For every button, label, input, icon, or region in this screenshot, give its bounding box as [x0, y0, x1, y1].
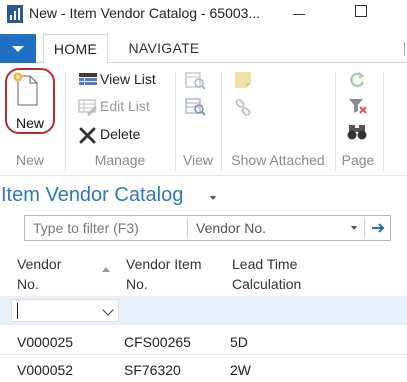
cell-lead-time: 5D — [230, 334, 248, 350]
filter-field-select[interactable]: Vendor No. — [196, 220, 266, 236]
filter-divider — [364, 218, 365, 238]
view-list-alt-icon[interactable] — [185, 97, 207, 117]
tab-navigate[interactable]: NAVIGATE — [118, 34, 210, 64]
filter-input[interactable]: Type to filter (F3) — [33, 220, 139, 236]
column-header-line: Calculation — [232, 276, 302, 292]
column-header-line: Lead Time — [232, 256, 298, 272]
cell-vendor-item-no: CFS00265 — [124, 334, 191, 350]
filter-bar: Type to filter (F3) Vendor No. — [24, 215, 391, 241]
ribbon-tab-row: HOME NAVIGATE — [0, 34, 407, 64]
clear-filter-icon[interactable] — [347, 96, 369, 116]
page-title[interactable]: Item Vendor Catalog — [1, 184, 183, 207]
window-title: New - Item Vendor Catalog - 65003... — [29, 5, 261, 21]
minimize-button[interactable] — [293, 14, 305, 15]
view-list-label: View List — [100, 71, 156, 87]
maximize-button[interactable] — [355, 5, 367, 17]
view-icon[interactable] — [185, 71, 207, 91]
app-icon — [7, 5, 23, 23]
links-icon[interactable] — [233, 98, 253, 118]
chevron-down-icon[interactable] — [102, 304, 114, 316]
column-header-line: No. — [17, 276, 39, 292]
column-header-line: Vendor Item — [126, 256, 202, 272]
edit-list-icon — [78, 99, 97, 116]
group-label-page: Page — [341, 152, 375, 168]
new-document-icon — [13, 72, 38, 106]
filter-divider — [187, 218, 188, 238]
table-row[interactable]: V000025 CFS00265 5D — [0, 327, 407, 355]
chevron-down-icon[interactable] — [351, 226, 357, 230]
refresh-icon[interactable] — [347, 70, 367, 90]
table-row[interactable]: V000052 SF76320 2W — [0, 355, 407, 382]
column-header-lead-time[interactable]: Lead Time Calculation — [232, 254, 301, 294]
sort-ascending-icon — [102, 267, 110, 272]
title-bar: New - Item Vendor Catalog - 65003... — [0, 0, 407, 30]
group-label-view: View — [182, 152, 214, 168]
group-label-show-attached: Show Attached — [231, 152, 325, 168]
group-separator — [221, 71, 222, 171]
cell-vendor-no: V000052 — [17, 362, 74, 378]
notes-icon[interactable] — [233, 70, 253, 90]
group-label-manage: Manage — [94, 152, 146, 168]
column-header-vendor-item-no[interactable]: Vendor Item No. — [126, 254, 202, 294]
filter-go-icon[interactable] — [369, 219, 387, 237]
vendor-no-input[interactable] — [11, 299, 119, 322]
tab-home[interactable]: HOME — [43, 34, 108, 64]
cell-vendor-no: V000025 — [17, 334, 74, 350]
chevron-down-icon — [12, 46, 24, 52]
delete-label: Delete — [100, 126, 141, 142]
text-cursor — [17, 303, 18, 319]
view-list-icon — [79, 73, 97, 85]
chevron-down-icon[interactable] — [210, 196, 216, 200]
delete-icon — [79, 127, 96, 144]
edit-list-label: Edit List — [100, 98, 150, 114]
group-label-new: New — [15, 152, 44, 168]
cell-vendor-item-no: SF76320 — [124, 362, 181, 378]
new-button-label: New — [15, 115, 44, 131]
column-header-line: Vendor — [17, 256, 62, 272]
new-button[interactable]: New — [5, 68, 55, 134]
find-icon[interactable] — [347, 123, 369, 141]
column-header-line: No. — [126, 276, 148, 292]
table-row-new[interactable] — [0, 296, 407, 325]
cell-lead-time: 2W — [230, 362, 251, 378]
ribbon: New New View List Edit List Delete Manag… — [0, 63, 407, 176]
app-menu-button[interactable] — [0, 34, 36, 63]
group-separator — [383, 71, 384, 171]
column-header-vendor-no[interactable]: Vendor No. — [17, 254, 61, 294]
